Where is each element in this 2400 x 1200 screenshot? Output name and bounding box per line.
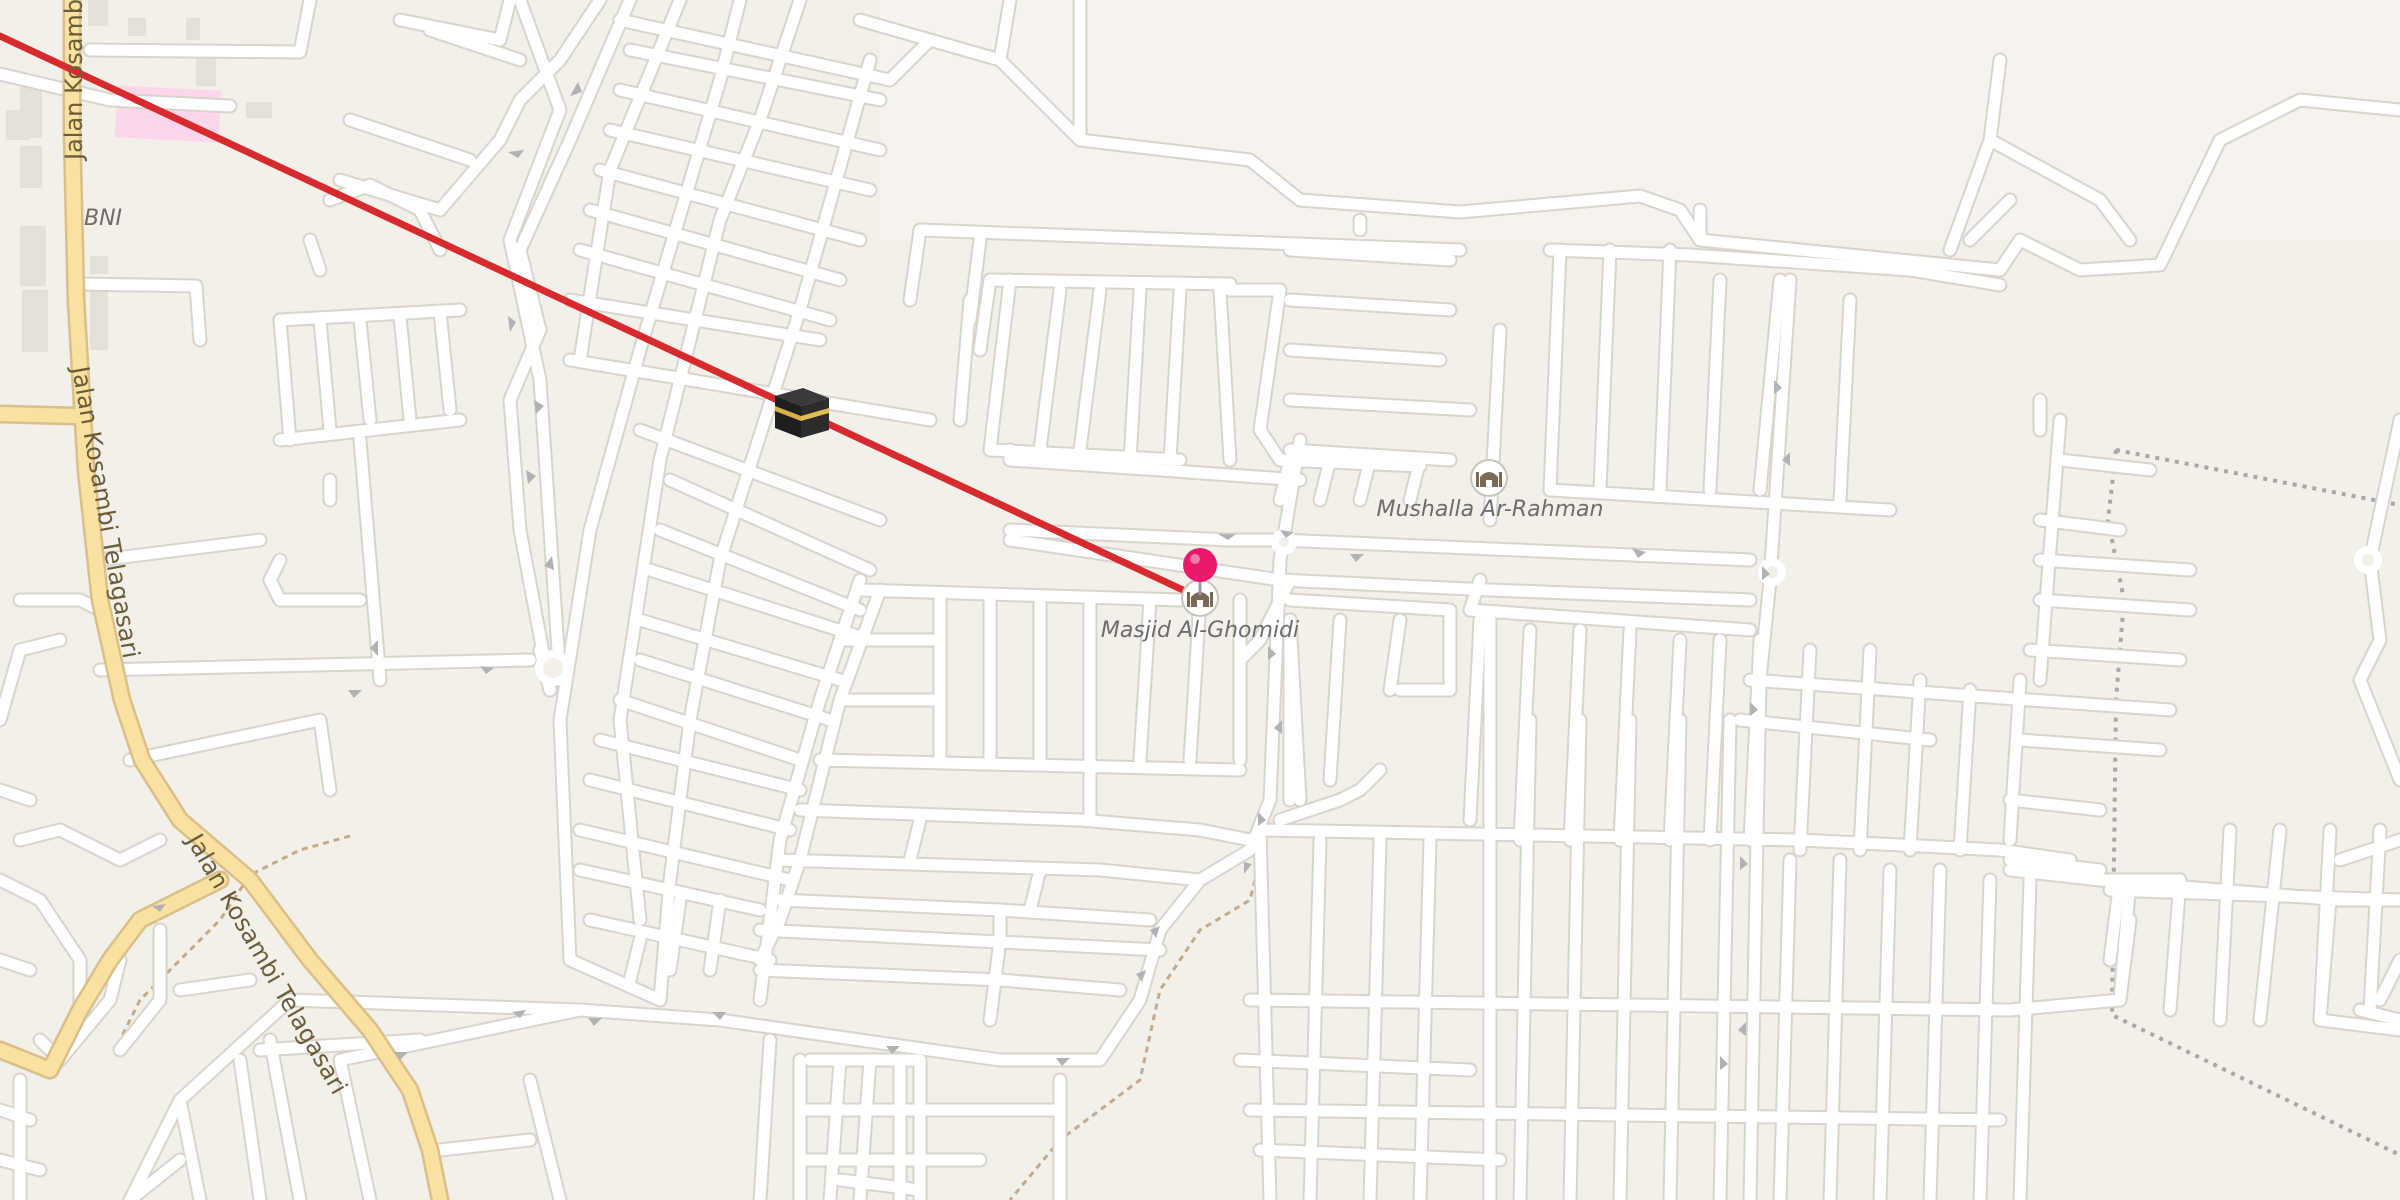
street-segment[interactable]	[1274, 454, 1426, 472]
map-canvas[interactable]: Mushalla Ar-Rahman Masjid Al-Ghomidi BNI…	[0, 0, 2400, 1200]
kaaba-icon[interactable]	[775, 388, 829, 438]
poi-bni-label[interactable]: BNI	[84, 206, 122, 231]
land-area	[880, 0, 2400, 240]
poi-label: Mushalla Ar-Rahman	[1377, 497, 1604, 522]
street-segment[interactable]	[984, 274, 1236, 290]
poi-label: Masjid Al-Ghomidi	[1101, 618, 1299, 643]
roundabout[interactable]	[1271, 529, 1297, 555]
roundabout[interactable]	[535, 650, 571, 686]
mosque-icon	[1470, 459, 1508, 497]
roundabout[interactable]	[2354, 546, 2382, 574]
road-label: Jalan Kosambi	[60, 0, 88, 162]
